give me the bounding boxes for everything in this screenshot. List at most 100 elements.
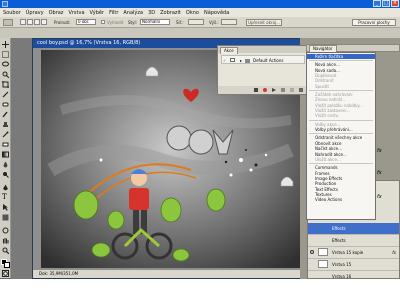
width-input[interactable] [188,19,204,25]
actions-panel-header: Akce [218,46,306,54]
menu-bar: Soubor Úpravy Obraz Vrstva Výběr Filtr A… [0,8,400,17]
layer-name: Effects [332,238,346,243]
refine-edge-button[interactable]: Upřesnit okraj... [246,19,282,26]
menu-layer[interactable]: Vrstva [68,10,84,16]
options-bar: Prolnutí: 0 obr. Vyhladit Styl: Normální… [0,17,400,28]
menu-filter[interactable]: Filtr [109,10,118,16]
actions-tab[interactable]: Akce [220,47,238,54]
move-tool-icon[interactable] [2,41,9,48]
height-label: Výš.: [209,20,219,25]
menu-separator [309,90,373,92]
fx-icon[interactable]: fx [377,148,382,154]
style-select[interactable]: Normální [140,19,170,25]
quick-selection-tool-icon[interactable] [2,71,9,78]
3d-rotate-tool-icon[interactable] [2,227,9,234]
clone-stamp-tool-icon[interactable] [2,121,9,128]
shape-tool-icon[interactable] [2,214,9,221]
blur-tool-icon[interactable] [2,161,9,168]
brush-tool-icon[interactable] [2,111,9,118]
menu-item[interactable]: Volby přehrávání... [307,127,375,132]
maximize-button[interactable]: □ [382,0,390,7]
menu-image[interactable]: Obraz [49,10,64,16]
default-actions-row[interactable]: ✓ ▸ Default Actions [221,55,305,64]
layer-row[interactable]: Vrstva 15 kopie fx [308,247,399,259]
add-selection-icon[interactable] [27,19,33,25]
dialog-toggle-icon[interactable] [230,58,235,62]
fx-icon[interactable]: fx [377,170,382,176]
bottom-white-area [0,279,400,307]
lasso-tool-icon[interactable] [2,61,9,68]
folder-icon [245,59,250,63]
menu-edit[interactable]: Úpravy [26,10,44,16]
menu-separator [309,119,373,121]
window-controls: _ □ × [373,0,399,8]
background-color-swatch[interactable] [4,262,10,268]
new-selection-icon[interactable] [20,19,26,25]
pen-tool-icon[interactable] [2,184,9,191]
navigator-panel-header: Navigátor [306,44,400,52]
menu-item[interactable]: Režim tlačítka [307,54,375,60]
type-tool-icon[interactable]: T [2,194,9,201]
record-icon[interactable] [263,88,267,92]
marquee-tool-icon[interactable] [2,51,9,58]
eyedropper-tool-icon[interactable] [2,91,9,98]
layer-thumbnail [318,260,328,268]
menu-separator [309,163,373,165]
menu-file[interactable]: Soubor [3,10,21,16]
trash-icon[interactable] [299,88,303,92]
zoom-tool-icon[interactable] [2,247,9,254]
menu-help[interactable]: Nápověda [204,10,229,16]
menu-items: Režim tlačítka Nová akce... Nová sada... Du… [307,54,375,203]
antialias-checkbox[interactable] [101,20,105,24]
menu-analysis[interactable]: Analýza [123,10,143,16]
healing-brush-tool-icon[interactable] [2,101,9,108]
tools-panel: T [0,38,11,278]
menu-separator [309,133,373,135]
path-selection-tool-icon[interactable] [2,204,9,211]
fx-icon[interactable]: fx [377,194,382,200]
eye-icon[interactable] [310,250,314,254]
marquee-tool-preset-icon[interactable] [3,19,13,26]
intersect-selection-icon[interactable] [41,19,47,25]
menu-item[interactable]: Video Actions [307,197,375,202]
layer-row[interactable]: Vrstva 15 [308,259,399,271]
quick-mask-icon[interactable] [2,270,9,277]
menu-item: Uložit akce... [315,156,341,162]
new-set-icon[interactable] [281,88,285,92]
menu-window[interactable]: Okno [186,10,199,16]
dodge-tool-icon[interactable] [2,171,9,178]
close-button[interactable]: × [391,0,399,7]
layer-name: Vrstva 15 kopie [332,250,364,255]
disclosure-triangle-icon[interactable]: ▸ [240,56,242,65]
layer-row[interactable]: Effects [308,223,399,235]
checkmark-icon[interactable]: ✓ [223,56,226,65]
gradient-tool-icon[interactable] [2,151,9,158]
play-icon[interactable] [272,88,276,92]
layer-row[interactable]: Effects [308,235,399,247]
history-brush-tool-icon[interactable] [2,131,9,138]
actions-panel: Akce ✓ ▸ Default Actions [217,45,307,95]
title-bar: _ □ × [0,0,400,8]
minimize-button[interactable]: _ [373,0,381,7]
navigator-tab[interactable]: Navigátor [309,45,337,52]
layer-name: Effects [332,226,346,231]
workspace-area [11,38,32,279]
photoshop-logo-icon [2,1,8,7]
layer-thumbnail [318,248,328,256]
menu-view[interactable]: Zobrazit [160,10,181,16]
menu-select[interactable]: Výběr [90,10,105,16]
feather-input[interactable]: 0 obr. [76,19,96,25]
menu-item: Spustit [315,83,329,89]
document-status-bar: Dok: 35,9M/351,0M [33,270,316,278]
workspace-button[interactable]: Pracovní plochy [352,19,396,26]
new-action-icon[interactable] [290,88,294,92]
fx-icon[interactable]: fx [392,247,396,258]
menu-item: Vložit cestu [315,113,339,119]
stop-icon[interactable] [254,88,258,92]
eraser-tool-icon[interactable] [2,141,9,148]
subtract-selection-icon[interactable] [34,19,40,25]
crop-tool-icon[interactable] [2,81,9,88]
hand-tool-icon[interactable] [2,237,9,244]
height-input[interactable] [221,19,237,25]
menu-3d[interactable]: 3D [148,10,155,16]
